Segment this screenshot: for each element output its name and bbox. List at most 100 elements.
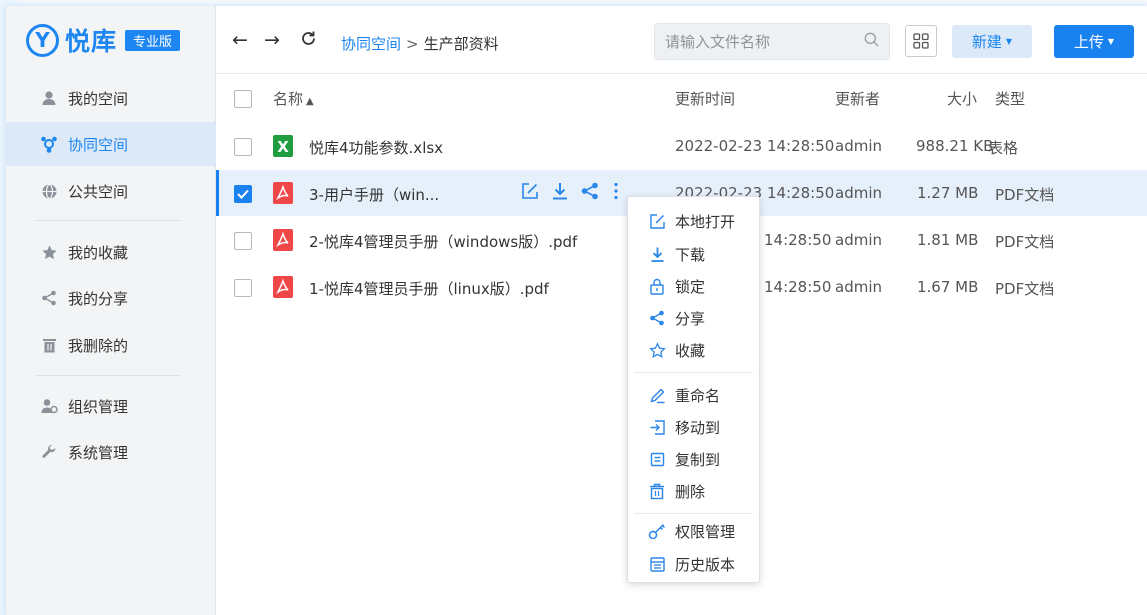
sidebar-divider bbox=[36, 220, 180, 221]
file-name[interactable]: 2-悦库4管理员手册（windows版）.pdf bbox=[309, 231, 577, 252]
logo[interactable]: Y 悦库 专业版 bbox=[26, 22, 181, 58]
grid-view-icon bbox=[913, 33, 929, 49]
file-type: 表格 bbox=[988, 139, 1019, 157]
breadcrumb-current: 生产部资料 bbox=[423, 35, 499, 53]
svg-text:X: X bbox=[277, 138, 289, 156]
updated-time: 14:28:50 bbox=[764, 231, 832, 249]
wrench-icon bbox=[40, 443, 58, 461]
selection-indicator bbox=[216, 170, 219, 216]
open-local-icon[interactable] bbox=[520, 181, 540, 205]
sidebar-item-collab-space[interactable]: 协同空间 bbox=[6, 122, 216, 166]
menu-divider bbox=[634, 513, 753, 514]
search-input[interactable] bbox=[665, 32, 864, 51]
menu-item-label: 锁定 bbox=[675, 277, 706, 296]
download-icon bbox=[648, 245, 666, 263]
file-name[interactable]: 悦库4功能参数.xlsx bbox=[309, 137, 443, 158]
collab-icon bbox=[40, 135, 58, 153]
rename-icon bbox=[648, 386, 666, 404]
file-name[interactable]: 1-悦库4管理员手册（linux版）.pdf bbox=[309, 278, 549, 299]
breadcrumb: 协同空间 > 生产部资料 bbox=[341, 33, 499, 54]
sidebar-item-my-space[interactable]: 我的空间 bbox=[6, 76, 216, 120]
checkmark-icon bbox=[237, 189, 249, 199]
more-options-icon[interactable] bbox=[610, 181, 622, 205]
menu-item-copy-to[interactable]: 复制到 bbox=[628, 443, 759, 475]
select-all-checkbox[interactable] bbox=[234, 90, 252, 108]
sidebar-item-deleted[interactable]: 我删除的 bbox=[6, 323, 216, 367]
sidebar-item-public-space[interactable]: 公共空间 bbox=[6, 169, 216, 213]
sidebar-item-favorites[interactable]: 我的收藏 bbox=[6, 230, 216, 274]
key-icon bbox=[648, 522, 666, 540]
sort-asc-icon: ▲ bbox=[306, 96, 314, 107]
pdf-icon bbox=[273, 276, 293, 298]
row-checkbox[interactable] bbox=[234, 232, 252, 250]
forward-arrow-icon[interactable]: → bbox=[264, 30, 280, 50]
excel-icon: X bbox=[273, 135, 293, 157]
share-icon[interactable] bbox=[580, 181, 600, 205]
sidebar-item-label: 我删除的 bbox=[68, 336, 129, 355]
copy-icon bbox=[648, 450, 666, 468]
upload-button[interactable]: 上传 ▼ bbox=[1054, 25, 1134, 58]
file-size: 1.67 MB bbox=[917, 278, 979, 296]
menu-item-delete[interactable]: 删除 bbox=[628, 475, 759, 507]
file-size: 1.81 MB bbox=[917, 231, 979, 249]
user-icon bbox=[40, 89, 58, 107]
sidebar-item-org-management[interactable]: 组织管理 bbox=[6, 384, 216, 428]
column-header-updater[interactable]: 更新者 bbox=[835, 88, 880, 109]
row-checkbox[interactable] bbox=[234, 185, 252, 203]
file-name[interactable]: 3-用户手册（win... bbox=[309, 184, 439, 205]
menu-item-lock[interactable]: 锁定 bbox=[628, 270, 759, 302]
download-icon[interactable] bbox=[550, 181, 570, 205]
menu-item-label: 复制到 bbox=[675, 450, 721, 469]
row-checkbox[interactable] bbox=[234, 138, 252, 156]
app-window: Y 悦库 专业版 我的空间 协同空间 公共空间 我的收藏 我的分享 我删除的 组… bbox=[6, 6, 1147, 615]
menu-item-label: 权限管理 bbox=[675, 522, 736, 541]
menu-item-share[interactable]: 分享 bbox=[628, 302, 759, 334]
file-type: PDF文档 bbox=[995, 280, 1055, 298]
share-icon bbox=[40, 289, 58, 307]
menu-item-label: 本地打开 bbox=[675, 212, 736, 231]
sidebar-item-label: 我的空间 bbox=[68, 89, 129, 108]
menu-item-rename[interactable]: 重命名 bbox=[628, 379, 759, 411]
column-header-type[interactable]: 类型 bbox=[995, 88, 1025, 109]
context-menu: 本地打开 下载 锁定 分享 收藏 重命名 移动到 复制到 删除 权限管理 历史版… bbox=[627, 196, 760, 583]
sidebar: Y 悦库 专业版 我的空间 协同空间 公共空间 我的收藏 我的分享 我删除的 组… bbox=[6, 6, 216, 615]
row-checkbox[interactable] bbox=[234, 279, 252, 297]
menu-item-permissions[interactable]: 权限管理 bbox=[628, 515, 759, 547]
column-header-name[interactable]: 名称 ▲ bbox=[273, 88, 314, 109]
logo-mark: Y bbox=[26, 23, 59, 57]
refresh-icon[interactable] bbox=[300, 30, 317, 51]
back-arrow-icon[interactable]: ← bbox=[232, 30, 248, 50]
menu-item-open-local[interactable]: 本地打开 bbox=[628, 205, 759, 237]
new-button[interactable]: 新建 ▼ bbox=[952, 25, 1032, 58]
sidebar-item-system-management[interactable]: 系统管理 bbox=[6, 430, 216, 474]
column-header-size[interactable]: 大小 bbox=[947, 88, 977, 109]
updated-time: 2022-02-23 14:28:50 bbox=[675, 137, 835, 155]
sidebar-item-label: 我的分享 bbox=[68, 289, 129, 308]
column-header-updated[interactable]: 更新时间 bbox=[675, 88, 735, 109]
menu-item-download[interactable]: 下载 bbox=[628, 238, 759, 270]
sidebar-item-my-shares[interactable]: 我的分享 bbox=[6, 276, 216, 320]
share-icon bbox=[648, 309, 666, 327]
updater: admin bbox=[835, 184, 882, 202]
menu-item-label: 下载 bbox=[675, 245, 706, 264]
edition-badge: 专业版 bbox=[125, 29, 181, 51]
toolbar: ← → 协同空间 >生产部资料 新建▼ 上传▼ bbox=[216, 6, 1147, 74]
menu-item-move-to[interactable]: 移动到 bbox=[628, 411, 759, 443]
table-row[interactable]: X 悦库4功能参数.xlsx 2022-02-23 14:28:50 admin… bbox=[216, 123, 1147, 169]
menu-item-version-history[interactable]: 历史版本 bbox=[628, 548, 759, 580]
sidebar-item-label: 公共空间 bbox=[68, 182, 129, 201]
breadcrumb-root[interactable]: 协同空间 bbox=[341, 35, 401, 53]
search-icon[interactable] bbox=[864, 32, 879, 51]
menu-item-label: 删除 bbox=[675, 482, 706, 501]
menu-divider bbox=[634, 372, 753, 373]
menu-item-favorite[interactable]: 收藏 bbox=[628, 334, 759, 366]
updater: admin bbox=[835, 137, 882, 155]
row-quick-actions bbox=[520, 181, 622, 205]
breadcrumb-separator: > bbox=[406, 35, 419, 53]
open-local-icon bbox=[648, 212, 666, 230]
lock-icon bbox=[648, 277, 666, 295]
grid-view-button[interactable] bbox=[905, 25, 937, 57]
sidebar-divider bbox=[36, 375, 180, 376]
menu-item-label: 收藏 bbox=[675, 341, 706, 360]
file-type: PDF文档 bbox=[995, 233, 1055, 251]
